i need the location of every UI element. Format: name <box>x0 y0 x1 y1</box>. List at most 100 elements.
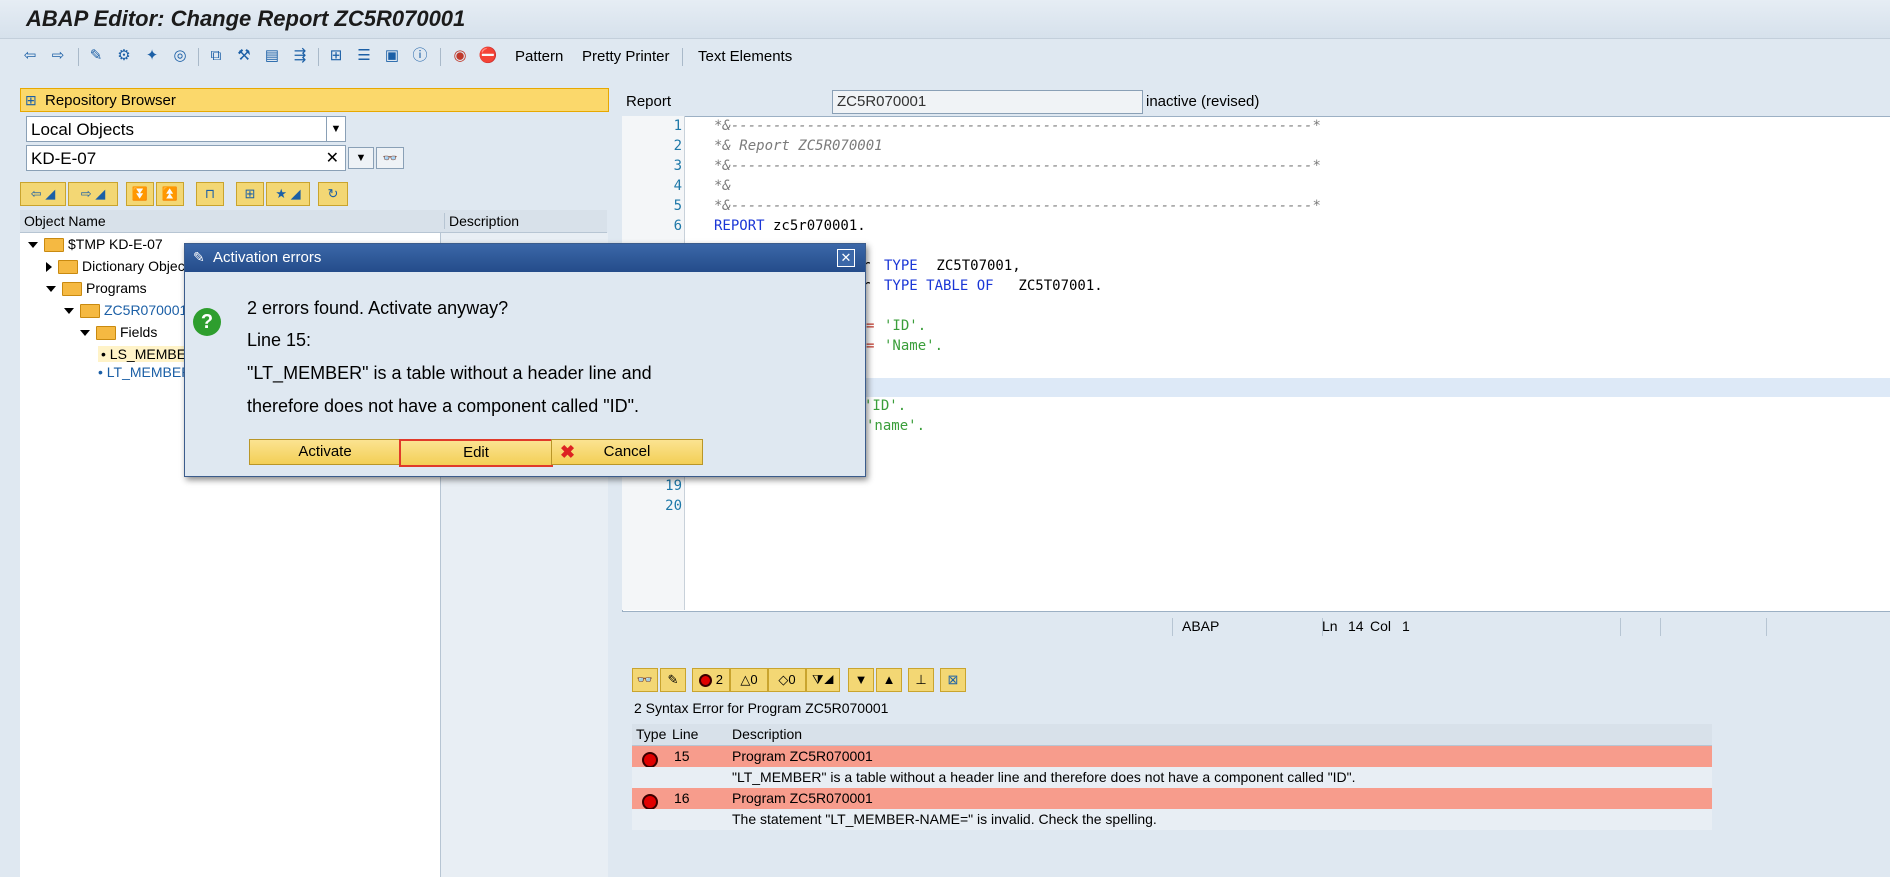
title-bar: ABAP Editor: Change Report ZC5R070001 <box>0 0 1890 39</box>
status-language: ABAP <box>1182 618 1220 634</box>
check-icon[interactable]: ⚙ <box>114 46 134 66</box>
error-icon <box>699 674 713 688</box>
back-icon[interactable]: ⇦ <box>20 46 40 66</box>
error-filter-button[interactable]: 2 <box>692 668 730 692</box>
close-icon[interactable]: ✕ <box>837 249 855 267</box>
report-keyword: REPORT <box>714 218 765 234</box>
tree-node-tmp[interactable]: $TMP KD-E-07 <box>28 236 163 253</box>
folder-open-icon <box>62 282 82 297</box>
chevron-down-icon[interactable]: ▼ <box>326 117 345 141</box>
breakpoint-icon[interactable]: ◉ <box>450 46 470 66</box>
object-type-select[interactable]: Local Objects ▼ <box>26 116 346 142</box>
previous-message-icon[interactable]: ▲ <box>876 668 902 692</box>
code-fragment-id: 'ID'. <box>884 318 927 334</box>
line-number: 3 <box>673 158 682 174</box>
stop-icon[interactable]: ⛔ <box>478 46 498 66</box>
package-dropdown-icon[interactable]: ▼ <box>348 147 374 169</box>
wand-icon[interactable]: ⚒ <box>234 46 254 66</box>
pattern-button[interactable]: Pattern <box>515 48 563 65</box>
pretty-printer-button[interactable]: Pretty Printer <box>582 48 670 65</box>
hierarchy-icon[interactable]: ⊞ <box>326 46 346 66</box>
activate-icon[interactable]: ✦ <box>142 46 162 66</box>
error-table-header: Type Line Description <box>632 724 1712 746</box>
previous-object-icon[interactable]: ⇦ ◢ <box>20 182 66 206</box>
status-col-label: Col <box>1370 618 1392 634</box>
tree-header: Object Name Description <box>20 210 607 233</box>
object-name-column[interactable]: Object Name <box>24 213 106 229</box>
table-row[interactable]: The statement "LT_MEMBER-NAME=" is inval… <box>632 809 1712 830</box>
activation-errors-dialog: ✎ Activation errors ✕ ? 2 errors found. … <box>184 243 866 477</box>
tree-node-program[interactable]: ZC5R070001 <box>64 302 188 319</box>
type-column[interactable]: Type <box>636 724 666 745</box>
warning-filter-button[interactable]: △0 <box>730 668 768 692</box>
favorites-icon[interactable]: ★ ◢ <box>266 182 310 206</box>
tree-node-label: ZC5R070001 <box>104 302 188 318</box>
edit-button[interactable]: Edit <box>399 439 553 467</box>
package-input[interactable]: KD-E-07 ✕ <box>26 145 346 171</box>
activate-button[interactable]: Activate <box>249 439 401 465</box>
next-message-icon[interactable]: ▼ <box>848 668 874 692</box>
tree-node-dictionary[interactable]: Dictionary Objects <box>46 258 196 275</box>
tree-node-fields[interactable]: Fields <box>80 324 158 341</box>
code-fragment-struct: ZC5T07001, <box>928 258 1021 274</box>
description-column[interactable]: Description <box>732 724 802 745</box>
align-icon[interactable]: ☰ <box>354 46 374 66</box>
line-column[interactable]: Line <box>672 724 698 745</box>
tree-node-label: Fields <box>120 324 158 340</box>
display-change-icon[interactable]: ✎ <box>86 46 106 66</box>
repository-icon: ⊞ <box>25 92 37 108</box>
display-icon[interactable]: 👓 <box>376 147 404 169</box>
error-line: 15 <box>674 748 690 764</box>
detail-icon[interactable]: 👓 <box>632 668 658 692</box>
repository-browser-header[interactable]: ⊞ Repository Browser <box>20 88 609 112</box>
table-row[interactable]: 16 Program ZC5R070001 <box>632 788 1712 811</box>
report-name-field[interactable]: ZC5R070001 <box>832 90 1143 114</box>
expand-icon[interactable]: ⏬ <box>126 182 154 206</box>
close-panel-icon[interactable]: ⊠ <box>940 668 966 692</box>
tree-node-programs[interactable]: Programs <box>46 280 147 297</box>
collapse-icon[interactable]: ⏫ <box>156 182 184 206</box>
next-object-icon[interactable]: ⇨ ◢ <box>68 182 118 206</box>
object-list-icon[interactable]: ▤ <box>262 46 282 66</box>
code-line: *&--------------------------------------… <box>714 158 1321 174</box>
warning-count: 0 <box>750 672 758 687</box>
folder-open-icon <box>44 238 64 253</box>
frames-icon[interactable]: ▣ <box>382 46 402 66</box>
table-row[interactable]: "LT_MEMBER" is a table without a header … <box>632 767 1712 788</box>
find-icon[interactable]: ⊓ <box>196 182 224 206</box>
error-line: 16 <box>674 790 690 806</box>
tree-node-label: LT_MEMBER <box>106 364 192 380</box>
line-number-19: 19 <box>665 478 682 494</box>
forward-icon[interactable]: ⇨ <box>48 46 68 66</box>
test-icon[interactable]: ◎ <box>170 46 190 66</box>
hierarchy-up-icon[interactable]: ⊞ <box>236 182 264 206</box>
dialog-message-1: "LT_MEMBER" is a table without a header … <box>247 363 652 383</box>
clear-icon[interactable]: ✕ <box>326 148 339 168</box>
status-ln-value: 14 <box>1348 618 1364 634</box>
cancel-button[interactable]: ✖ Cancel <box>551 439 703 465</box>
pin-icon[interactable]: ⊥ <box>908 668 934 692</box>
report-status: inactive (revised) <box>1146 93 1260 110</box>
filter-icon[interactable]: ⧩◢ <box>806 668 840 692</box>
description-column[interactable]: Description <box>444 213 519 229</box>
code-line: REPORT zc5r070001. <box>714 218 866 234</box>
navigation-icon[interactable]: ⇶ <box>290 46 310 66</box>
folder-open-icon <box>80 304 100 319</box>
code-fragment-type: TYPE <box>884 258 918 274</box>
current-line-highlight <box>686 378 1890 397</box>
where-used-icon[interactable]: ⧉ <box>206 46 226 66</box>
info-filter-button[interactable]: ◇0 <box>768 668 806 692</box>
folder-open-icon <box>96 326 116 341</box>
info-icon[interactable]: ⓘ <box>410 46 430 66</box>
error-message: "LT_MEMBER" is a table without a header … <box>732 769 1356 785</box>
edit-icon[interactable]: ✎ <box>660 668 686 692</box>
report-label: Report <box>626 93 672 110</box>
error-panel-title: 2 Syntax Error for Program ZC5R070001 <box>634 700 889 716</box>
tree-node-lt-member[interactable]: • LT_MEMBER <box>98 364 191 380</box>
cancel-icon: ✖ <box>560 442 576 462</box>
refresh-icon[interactable]: ↻ <box>318 182 348 206</box>
error-program: Program ZC5R070001 <box>732 790 873 806</box>
table-row[interactable]: 15 Program ZC5R070001 <box>632 746 1712 769</box>
text-elements-button[interactable]: Text Elements <box>698 48 792 65</box>
line-number: 5 <box>673 198 682 214</box>
